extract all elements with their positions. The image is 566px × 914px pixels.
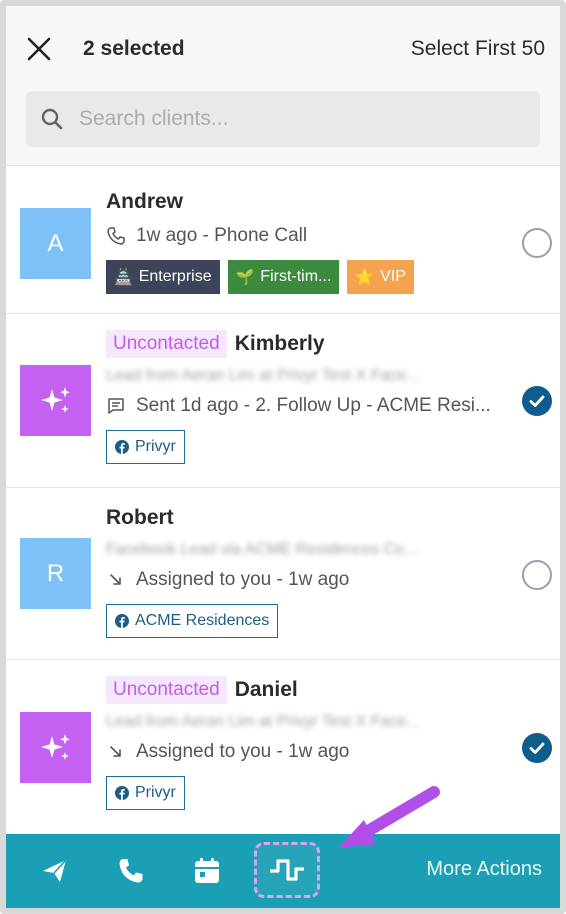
client-name: Robert	[106, 506, 174, 529]
pagoda-icon: 🏯	[114, 269, 133, 286]
activity-button[interactable]	[254, 842, 320, 898]
avatar	[20, 365, 91, 436]
calendar-icon[interactable]	[192, 856, 222, 886]
avatar: R	[20, 538, 91, 609]
activity-text: Assigned to you - 1w ago	[136, 569, 350, 590]
avatar: A	[20, 208, 91, 279]
tag-vip[interactable]: ⭐ VIP	[347, 260, 414, 294]
facebook-icon	[115, 614, 129, 628]
tag-label: First-tim...	[260, 268, 332, 285]
activity-icon	[270, 859, 304, 881]
selection-header: 2 selected Select First 50	[6, 6, 560, 166]
source-tag[interactable]: Privyr	[106, 430, 185, 464]
source-label: ACME Residences	[135, 612, 270, 629]
message-icon	[108, 398, 124, 414]
select-radio[interactable]	[522, 386, 552, 416]
app-window: 2 selected Select First 50 A Andrew	[0, 0, 566, 914]
tag-label: VIP	[380, 268, 406, 285]
activity-line: Assigned to you - 1w ago	[106, 566, 500, 594]
search-icon	[41, 108, 63, 130]
client-list: A Andrew 1w ago - Phone Call 🏯 Enterpris…	[6, 172, 560, 836]
client-name: Kimberly	[234, 332, 325, 355]
facebook-icon	[115, 440, 129, 454]
client-name: Daniel	[234, 678, 298, 701]
tag-label: Enterprise	[138, 268, 212, 285]
assigned-arrow-icon	[110, 574, 121, 585]
activity-line: Assigned to you - 1w ago	[106, 738, 500, 766]
source-label: Privyr	[135, 438, 176, 455]
select-radio[interactable]	[522, 228, 552, 258]
activity-line: 1w ago - Phone Call	[106, 222, 500, 250]
lead-source-text: Facebook Lead via ACME Residences Co...	[106, 541, 418, 558]
source-tag[interactable]: Privyr	[106, 776, 185, 810]
seedling-icon: 🌱	[235, 269, 255, 286]
facebook-icon	[115, 786, 129, 800]
send-icon[interactable]	[40, 856, 70, 886]
status-badge: Uncontacted	[106, 330, 227, 358]
activity-text: Sent 1d ago - 2. Follow Up - ACME Resi..…	[136, 395, 491, 416]
select-first-button[interactable]: Select First 50	[411, 34, 545, 64]
check-icon	[529, 742, 545, 754]
assigned-arrow-icon	[110, 746, 121, 757]
client-row-daniel[interactable]: Uncontacted Daniel Lead from Aeran Lim a…	[6, 660, 560, 836]
tag-first-time[interactable]: 🌱 First-tim...	[227, 260, 340, 294]
more-actions-button[interactable]: More Actions	[426, 858, 542, 881]
activity-text: Assigned to you - 1w ago	[136, 741, 350, 762]
search-bar[interactable]	[26, 91, 540, 147]
select-radio[interactable]	[522, 733, 552, 763]
client-row-kimberly[interactable]: Uncontacted Kimberly Lead from Aeran Lim…	[6, 314, 560, 488]
search-input[interactable]	[79, 107, 499, 131]
select-radio[interactable]	[522, 560, 552, 590]
lead-source-text: Lead from Aeran Lim at Privyr Test X Fac…	[106, 367, 420, 384]
activity-line: Sent 1d ago - 2. Follow Up - ACME Resi..…	[106, 392, 500, 420]
source-label: Privyr	[135, 784, 176, 801]
phone-icon	[107, 227, 125, 245]
close-icon[interactable]	[24, 34, 54, 64]
star-icon: ⭐	[355, 269, 375, 286]
sparkle-icon	[40, 386, 70, 413]
sparkle-icon	[40, 733, 70, 760]
status-badge: Uncontacted	[106, 676, 227, 704]
check-icon	[529, 395, 545, 407]
avatar	[20, 712, 91, 783]
activity-text: 1w ago - Phone Call	[136, 225, 308, 246]
bulk-action-toolbar: More Actions	[6, 834, 560, 908]
phone-icon[interactable]	[116, 856, 146, 886]
client-row-andrew[interactable]: A Andrew 1w ago - Phone Call 🏯 Enterpris…	[6, 172, 560, 314]
source-tag[interactable]: ACME Residences	[106, 604, 279, 638]
tag-enterprise[interactable]: 🏯 Enterprise	[106, 260, 220, 294]
tag-list: 🏯 Enterprise 🌱 First-tim... ⭐ VIP	[106, 260, 500, 294]
client-name: Andrew	[106, 190, 184, 213]
lead-source-text: Lead from Aeran Lim at Privyr Test X Fac…	[106, 713, 420, 730]
selected-count: 2 selected	[83, 37, 185, 60]
client-row-robert[interactable]: R Robert Facebook Lead via ACME Residenc…	[6, 488, 560, 660]
